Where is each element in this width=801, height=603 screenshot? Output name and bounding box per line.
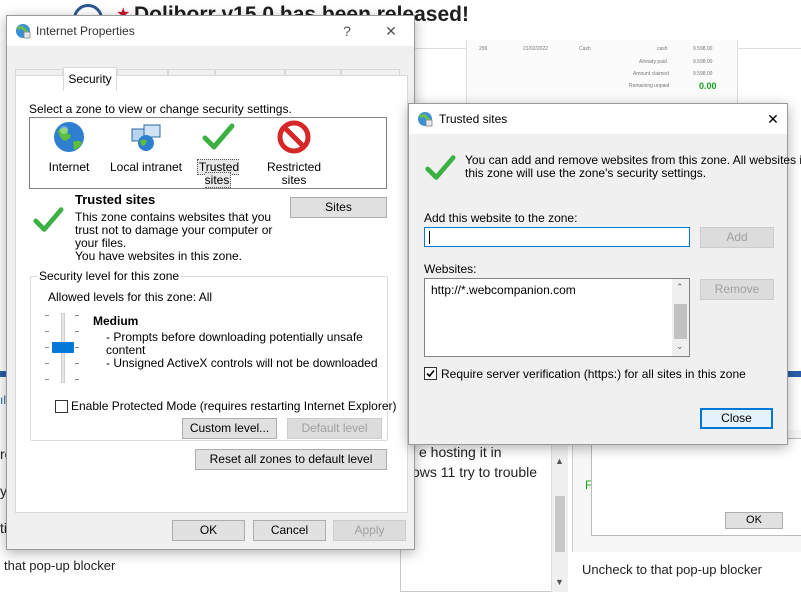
window-title: Internet Properties — [36, 24, 135, 38]
zone-description: This zone contains websites that you — [75, 210, 272, 224]
window-title: Trusted sites — [439, 112, 508, 126]
help-button[interactable]: ? — [333, 19, 361, 43]
websites-list[interactable]: http://*.webcompanion.com ⌃ ⌄ — [424, 278, 690, 357]
checkmark-icon — [202, 123, 235, 150]
cancel-button[interactable]: Cancel — [253, 520, 326, 541]
reset-all-zones-button[interactable]: Reset all zones to default level — [195, 449, 387, 470]
image-caption: Uncheck to that pop-up blocker — [582, 562, 762, 577]
internet-properties-dialog: Internet Properties ? ✕ General Security… — [6, 15, 415, 550]
website-item[interactable]: http://*.webcompanion.com — [431, 283, 576, 297]
security-level-group: Security level for this zone Allowed lev… — [30, 269, 397, 441]
group-title: Security level for this zone — [37, 269, 182, 283]
intranet-icon — [131, 124, 161, 151]
scrollbar-thumb[interactable] — [555, 496, 565, 552]
close-button[interactable]: ✕ — [759, 107, 787, 131]
tab-security[interactable]: Security — [63, 67, 117, 91]
scroll-down-icon[interactable]: ▼ — [555, 577, 564, 587]
zone-label: Local intranet — [109, 160, 183, 174]
invoice-screenshot: 299 21/02/2022 Cash cash 9.598.00 Alread… — [466, 40, 738, 106]
checkbox-check-icon — [426, 369, 435, 378]
zone-label: Internet — [48, 160, 90, 174]
title-bar[interactable]: Trusted sites ✕ — [409, 104, 787, 134]
security-level-slider[interactable] — [45, 313, 81, 383]
zone-label: Restricted sites — [266, 160, 322, 187]
globe-icon — [54, 122, 84, 152]
trusted-sites-dialog: Trusted sites ✕ You can add and remove w… — [408, 103, 801, 445]
zone-restricted-sites[interactable]: Restricted sites — [258, 120, 330, 187]
zone-internet[interactable]: Internet — [34, 120, 104, 174]
zone-list[interactable]: Internet Local intranet Trusted sites Re… — [29, 117, 387, 189]
close-dialog-button[interactable]: Close — [700, 408, 773, 429]
zone-label: Trusted sites — [196, 159, 240, 188]
websites-label: Websites: — [424, 262, 477, 276]
protected-mode-label[interactable]: Enable Protected Mode (requires restarti… — [71, 399, 397, 413]
scroll-up-icon[interactable]: ▲ — [555, 456, 564, 466]
sites-button[interactable]: Sites — [290, 197, 387, 218]
scrollbar[interactable]: ▲ ▼ — [551, 444, 568, 592]
protected-mode-checkbox[interactable] — [55, 400, 68, 413]
level-detail: content — [106, 343, 146, 357]
trusted-checkmark-icon — [33, 207, 64, 232]
doc-row: Remaining unpaid 0.00 — [629, 81, 717, 91]
default-level-button: Default level — [287, 418, 382, 439]
zone-description: your files. — [75, 236, 127, 250]
level-detail: - Prompts before downloading potentially… — [106, 330, 363, 344]
remove-button: Remove — [700, 279, 774, 300]
close-button[interactable]: ✕ — [377, 19, 405, 43]
zone-description: trust not to damage your computer or — [75, 223, 273, 237]
info-text: You can add and remove websites from thi… — [465, 153, 801, 167]
ok-button: OK — [725, 512, 783, 529]
add-website-label: Add this website to the zone: — [424, 211, 578, 225]
zone-local-intranet[interactable]: Local intranet — [106, 120, 186, 174]
doc-row: Amount claimed 9.598.00 — [633, 71, 713, 77]
security-tab-panel: Select a zone to view or change security… — [15, 75, 408, 513]
zone-heading: Trusted sites — [75, 192, 156, 207]
require-https-label[interactable]: Require server verification (https:) for… — [441, 367, 746, 381]
trusted-checkmark-icon — [425, 155, 456, 180]
zone-trusted-sites[interactable]: Trusted sites — [186, 120, 250, 188]
custom-level-button[interactable]: Custom level... — [182, 418, 277, 439]
zone-description: You have websites in this zone. — [75, 249, 242, 263]
background-dialog-shot: F OK — [572, 430, 801, 552]
article-snippet: ows 11 try to trouble — [412, 464, 538, 480]
doc-row: Already paid 9.598.00 — [639, 59, 713, 65]
text-caret — [429, 231, 430, 244]
add-button: Add — [700, 227, 774, 248]
select-zone-label: Select a zone to view or change security… — [29, 102, 292, 116]
add-website-input[interactable] — [424, 227, 690, 247]
doc-row: 299 21/02/2022 Cash cash 9.598.00 — [479, 46, 713, 52]
internet-options-icon — [16, 24, 31, 39]
apply-button: Apply — [333, 520, 406, 541]
info-text: this zone will use the zone's security s… — [465, 166, 707, 180]
level-name: Medium — [93, 314, 139, 328]
ok-button[interactable]: OK — [172, 520, 245, 541]
slider-thumb[interactable] — [52, 342, 74, 353]
scrollbar-thumb[interactable] — [674, 304, 687, 339]
article-snippet: e hosting it in — [419, 444, 502, 460]
require-https-checkbox[interactable] — [424, 367, 437, 380]
image-caption: that pop-up blocker — [4, 558, 116, 573]
scroll-down-icon[interactable]: ⌄ — [676, 341, 684, 352]
scroll-up-icon[interactable]: ⌃ — [676, 282, 684, 293]
restricted-icon — [277, 120, 311, 154]
internet-options-icon — [418, 112, 433, 127]
level-detail: - Unsigned ActiveX controls will not be … — [106, 356, 378, 370]
title-bar[interactable]: Internet Properties ? ✕ — [7, 16, 414, 46]
allowed-levels-label: Allowed levels for this zone: All — [48, 290, 213, 304]
scrollbar[interactable]: ⌃ ⌄ — [672, 279, 689, 356]
